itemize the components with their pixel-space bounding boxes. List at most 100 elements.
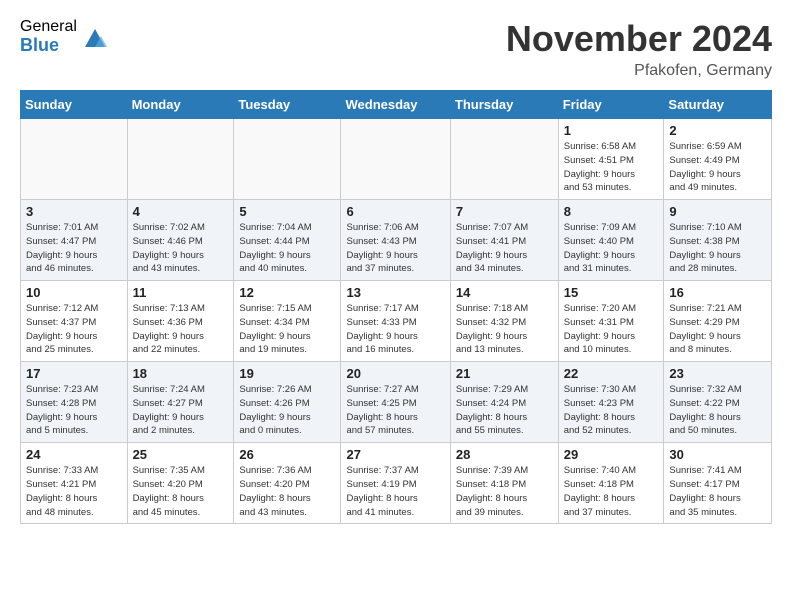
day-cell xyxy=(341,119,450,200)
day-number: 7 xyxy=(456,204,554,219)
day-number: 23 xyxy=(669,366,767,381)
day-info: Sunrise: 7:21 AM Sunset: 4:29 PM Dayligh… xyxy=(669,302,767,357)
day-info: Sunrise: 7:13 AM Sunset: 4:36 PM Dayligh… xyxy=(133,302,230,357)
day-header-saturday: Saturday xyxy=(664,91,772,119)
week-row-3: 10Sunrise: 7:12 AM Sunset: 4:37 PM Dayli… xyxy=(21,281,772,362)
day-number: 5 xyxy=(239,204,336,219)
day-cell: 16 Sunrise: 7:21 AM Sunset: 4:29 PM Dayli… xyxy=(664,281,772,362)
week-row-4: 17 Sunrise: 7:23 AM Sunset: 4:28 PM Dayli… xyxy=(21,362,772,443)
day-number: 19 xyxy=(239,366,336,381)
day-number: 9 xyxy=(669,204,767,219)
day-cell: 20 Sunrise: 7:27 AM Sunset: 4:25 PM Dayli… xyxy=(341,362,450,443)
day-cell: 30 Sunrise: 7:41 AM Sunset: 4:17 PM Dayli… xyxy=(664,443,772,524)
day-info: Sunrise: 7:32 AM Sunset: 4:22 PM Dayligh… xyxy=(669,383,767,438)
day-cell: 23 Sunrise: 7:32 AM Sunset: 4:22 PM Dayli… xyxy=(664,362,772,443)
day-number: 14 xyxy=(456,285,554,300)
day-number: 25 xyxy=(133,447,230,462)
day-number: 28 xyxy=(456,447,554,462)
day-cell: 22Sunrise: 7:30 AM Sunset: 4:23 PM Dayli… xyxy=(558,362,664,443)
day-info: Sunrise: 7:24 AM Sunset: 4:27 PM Dayligh… xyxy=(133,383,230,438)
day-info: Sunrise: 7:41 AM Sunset: 4:17 PM Dayligh… xyxy=(669,464,767,519)
day-cell: 2 Sunrise: 6:59 AM Sunset: 4:49 PM Daylig… xyxy=(664,119,772,200)
day-cell: 14 Sunrise: 7:18 AM Sunset: 4:32 PM Dayli… xyxy=(450,281,558,362)
day-cell: 28 Sunrise: 7:39 AM Sunset: 4:18 PM Dayli… xyxy=(450,443,558,524)
day-cell xyxy=(450,119,558,200)
day-number: 6 xyxy=(346,204,445,219)
day-number: 21 xyxy=(456,366,554,381)
day-info: Sunrise: 7:27 AM Sunset: 4:25 PM Dayligh… xyxy=(346,383,445,438)
day-info: Sunrise: 7:26 AM Sunset: 4:26 PM Dayligh… xyxy=(239,383,336,438)
day-header-wednesday: Wednesday xyxy=(341,91,450,119)
day-header-friday: Friday xyxy=(558,91,664,119)
day-number: 20 xyxy=(346,366,445,381)
week-row-5: 24Sunrise: 7:33 AM Sunset: 4:21 PM Dayli… xyxy=(21,443,772,524)
day-cell: 11 Sunrise: 7:13 AM Sunset: 4:36 PM Dayli… xyxy=(127,281,234,362)
day-info: Sunrise: 7:35 AM Sunset: 4:20 PM Dayligh… xyxy=(133,464,230,519)
day-info: Sunrise: 7:07 AM Sunset: 4:41 PM Dayligh… xyxy=(456,221,554,276)
day-cell: 24Sunrise: 7:33 AM Sunset: 4:21 PM Dayli… xyxy=(21,443,128,524)
logo-general: General xyxy=(20,18,77,36)
day-info: Sunrise: 7:36 AM Sunset: 4:20 PM Dayligh… xyxy=(239,464,336,519)
day-info: Sunrise: 7:33 AM Sunset: 4:21 PM Dayligh… xyxy=(26,464,123,519)
week-row-2: 3 Sunrise: 7:01 AM Sunset: 4:47 PM Daylig… xyxy=(21,200,772,281)
day-cell xyxy=(234,119,341,200)
day-header-sunday: Sunday xyxy=(21,91,128,119)
day-cell: 6 Sunrise: 7:06 AM Sunset: 4:43 PM Daylig… xyxy=(341,200,450,281)
day-number: 11 xyxy=(133,285,230,300)
day-number: 4 xyxy=(133,204,230,219)
day-info: Sunrise: 7:23 AM Sunset: 4:28 PM Dayligh… xyxy=(26,383,123,438)
day-cell: 8 Sunrise: 7:09 AM Sunset: 4:40 PM Daylig… xyxy=(558,200,664,281)
logo: General Blue xyxy=(20,18,109,55)
day-number: 17 xyxy=(26,366,123,381)
week-row-1: 1 Sunrise: 6:58 AM Sunset: 4:51 PM Daylig… xyxy=(21,119,772,200)
logo-blue: Blue xyxy=(20,36,77,56)
day-cell: 10Sunrise: 7:12 AM Sunset: 4:37 PM Dayli… xyxy=(21,281,128,362)
day-cell: 1 Sunrise: 6:58 AM Sunset: 4:51 PM Daylig… xyxy=(558,119,664,200)
day-cell: 21 Sunrise: 7:29 AM Sunset: 4:24 PM Dayli… xyxy=(450,362,558,443)
day-info: Sunrise: 7:09 AM Sunset: 4:40 PM Dayligh… xyxy=(564,221,660,276)
calendar-wrapper: SundayMondayTuesdayWednesdayThursdayFrid… xyxy=(0,90,792,524)
day-cell: 12Sunrise: 7:15 AM Sunset: 4:34 PM Dayli… xyxy=(234,281,341,362)
logo-icon xyxy=(81,23,109,51)
day-info: Sunrise: 7:06 AM Sunset: 4:43 PM Dayligh… xyxy=(346,221,445,276)
day-number: 29 xyxy=(564,447,660,462)
calendar-table: SundayMondayTuesdayWednesdayThursdayFrid… xyxy=(20,90,772,524)
day-number: 22 xyxy=(564,366,660,381)
day-info: Sunrise: 7:02 AM Sunset: 4:46 PM Dayligh… xyxy=(133,221,230,276)
day-info: Sunrise: 7:10 AM Sunset: 4:38 PM Dayligh… xyxy=(669,221,767,276)
day-number: 27 xyxy=(346,447,445,462)
day-number: 16 xyxy=(669,285,767,300)
day-info: Sunrise: 7:39 AM Sunset: 4:18 PM Dayligh… xyxy=(456,464,554,519)
day-cell: 29 Sunrise: 7:40 AM Sunset: 4:18 PM Dayli… xyxy=(558,443,664,524)
day-cell: 3 Sunrise: 7:01 AM Sunset: 4:47 PM Daylig… xyxy=(21,200,128,281)
page-header: General Blue November 2024 Pfakofen, Ger… xyxy=(0,0,792,90)
day-number: 1 xyxy=(564,123,660,138)
day-number: 2 xyxy=(669,123,767,138)
day-number: 30 xyxy=(669,447,767,462)
day-cell: 7 Sunrise: 7:07 AM Sunset: 4:41 PM Daylig… xyxy=(450,200,558,281)
day-number: 3 xyxy=(26,204,123,219)
day-info: Sunrise: 7:40 AM Sunset: 4:18 PM Dayligh… xyxy=(564,464,660,519)
day-cell: 13Sunrise: 7:17 AM Sunset: 4:33 PM Dayli… xyxy=(341,281,450,362)
day-number: 15 xyxy=(564,285,660,300)
day-header-tuesday: Tuesday xyxy=(234,91,341,119)
day-number: 10 xyxy=(26,285,123,300)
day-number: 8 xyxy=(564,204,660,219)
day-number: 13 xyxy=(346,285,445,300)
day-cell: 26 Sunrise: 7:36 AM Sunset: 4:20 PM Dayli… xyxy=(234,443,341,524)
day-info: Sunrise: 7:20 AM Sunset: 4:31 PM Dayligh… xyxy=(564,302,660,357)
title-block: November 2024 Pfakofen, Germany xyxy=(506,18,772,80)
day-cell: 4 Sunrise: 7:02 AM Sunset: 4:46 PM Daylig… xyxy=(127,200,234,281)
day-info: Sunrise: 7:01 AM Sunset: 4:47 PM Dayligh… xyxy=(26,221,123,276)
day-info: Sunrise: 7:18 AM Sunset: 4:32 PM Dayligh… xyxy=(456,302,554,357)
day-info: Sunrise: 7:04 AM Sunset: 4:44 PM Dayligh… xyxy=(239,221,336,276)
day-info: Sunrise: 6:59 AM Sunset: 4:49 PM Dayligh… xyxy=(669,140,767,195)
day-number: 26 xyxy=(239,447,336,462)
day-number: 18 xyxy=(133,366,230,381)
day-cell: 9 Sunrise: 7:10 AM Sunset: 4:38 PM Daylig… xyxy=(664,200,772,281)
day-info: Sunrise: 6:58 AM Sunset: 4:51 PM Dayligh… xyxy=(564,140,660,195)
day-info: Sunrise: 7:29 AM Sunset: 4:24 PM Dayligh… xyxy=(456,383,554,438)
day-cell: 5 Sunrise: 7:04 AM Sunset: 4:44 PM Daylig… xyxy=(234,200,341,281)
day-info: Sunrise: 7:15 AM Sunset: 4:34 PM Dayligh… xyxy=(239,302,336,357)
day-cell xyxy=(21,119,128,200)
